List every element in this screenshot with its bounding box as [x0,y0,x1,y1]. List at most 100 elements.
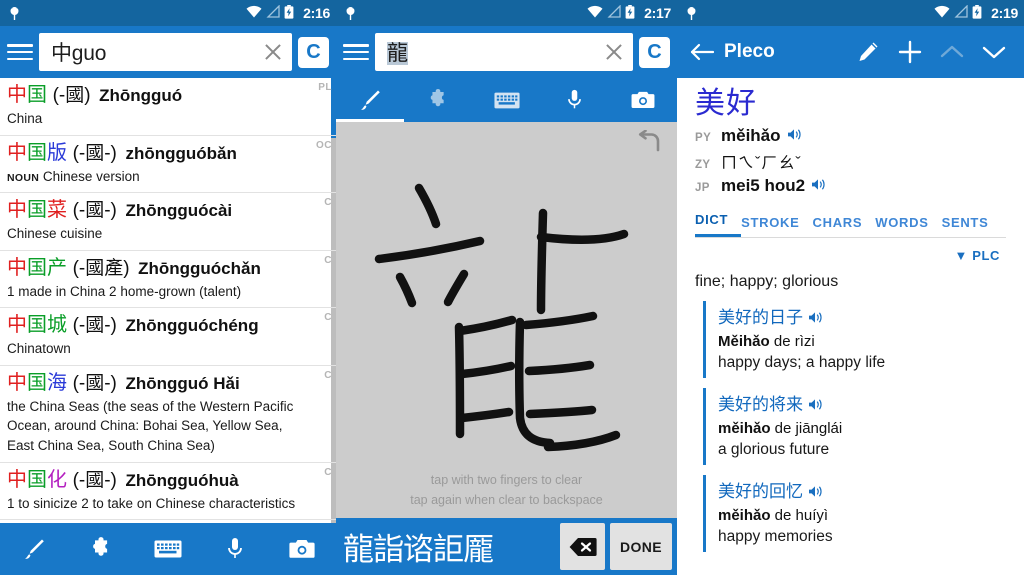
speaker-icon[interactable] [811,176,826,196]
search-input-value: 中guo [51,42,107,65]
back-arrow-icon[interactable] [686,42,718,62]
list-item[interactable]: 中国 (-國) Zhōngguó China PL [0,78,336,136]
list-item[interactable]: 中国版 (-國-) zhōngguóbǎn NOUN Chinese versi… [0,136,336,194]
input-tab-camera[interactable] [609,78,677,122]
signal-icon [266,4,280,21]
search-input-value: 龍 [387,37,601,67]
mode-toggle-button[interactable]: C [298,36,329,68]
tab-words[interactable]: WORDS [875,209,941,237]
signal-icon [607,4,621,21]
candidate-list[interactable]: 龍詣谘詎龎 [341,524,555,569]
headword-line: 中国菜 (-國-) Zhōngguócài [7,198,306,223]
example-chinese: 美好的日子 [718,303,1024,329]
input-tab-keyboard[interactable] [134,523,201,575]
search-input[interactable]: 龍 [375,33,633,71]
dictionary-source-badge: PL [318,82,332,93]
hamburger-icon[interactable] [7,42,33,62]
example-pinyin-bold: Měihǎo [718,333,770,350]
reading-label: ZY [695,159,711,171]
traditional-form: (-國-) [72,372,117,394]
status-bar-left: 2:16 [0,0,336,26]
input-tab-radicals[interactable] [67,523,134,575]
hamburger-icon[interactable] [343,42,369,62]
input-tab-keyboard[interactable] [472,78,540,122]
list-item[interactable]: 中国菜 (-國-) Zhōngguócài Chinese cuisine C [0,193,336,251]
definition: Chinatown [7,341,71,357]
tab-sents[interactable]: SENTS [942,209,1002,237]
clear-icon[interactable] [260,39,286,65]
reading-zhuyin: ZY ㄇㄟˇㄏㄠˇ [695,149,1024,173]
example-pinyin-rest: de rìzi [769,333,815,350]
example-item: 美好的回忆 měihǎo de huíyì happy memories [703,475,1024,552]
dictionary-selector[interactable]: ▼ PLC [695,238,1024,263]
hanzi-char: 国 [27,371,47,394]
status-bar-icons: 2:17 [587,4,671,22]
dictionary-source-badge: C [324,254,332,266]
traditional-form: (-國) [52,85,91,106]
results-list[interactable]: 中国 (-國) Zhōngguó China PL 中国版 (-國-) zhōn… [0,78,336,523]
tab-chars[interactable]: CHARS [813,209,876,237]
example-pinyin-rest: de huíyì [770,507,829,524]
input-tab-radicals[interactable] [404,78,472,122]
backspace-button[interactable] [560,523,605,570]
example-pinyin: měihǎo de jiānglái [718,420,1024,437]
detail-tabs: DICT STROKE CHARS WORDS SENTS [695,206,1006,238]
speaker-icon[interactable] [808,309,823,329]
panel-handwriting: 2:17 龍 C tap with two fingers to clear t… [336,0,677,575]
hanzi-char: 中 [7,84,27,106]
speaker-icon[interactable] [808,396,823,416]
hanzi-char: 产 [47,256,67,279]
chevron-up-icon[interactable] [931,44,973,60]
plus-icon[interactable] [889,40,931,64]
headword-line: 中国产 (-國產) Zhōngguóchǎn [7,256,306,281]
input-tab-camera[interactable] [269,523,336,575]
hanzi-char: 国 [27,314,47,337]
tab-stroke[interactable]: STROKE [741,209,812,237]
hanzi-char: 中 [7,141,27,164]
example-chinese-text: 美好的将来 [718,395,803,414]
chevron-down-icon[interactable] [973,44,1015,60]
input-tab-voice[interactable] [202,523,269,575]
dictionary-source-badge: C [324,466,332,478]
hanzi-char: 国 [27,84,47,106]
headword-line: 中国城 (-國-) Zhōngguóchéng [7,313,306,338]
reading-label: JP [695,182,710,194]
headword-line: 中国版 (-國-) zhōngguóbǎn [7,141,306,166]
pinyin: Zhōngguó Hǎi [125,373,240,393]
input-tab-voice[interactable] [541,78,609,122]
speaker-icon[interactable] [787,126,802,146]
speaker-icon[interactable] [808,483,823,503]
done-button[interactable]: DONE [610,523,672,570]
status-bar-icons: 2:19 [934,4,1018,22]
android-head-icon [344,6,357,21]
mode-toggle-button[interactable]: C [639,36,670,68]
example-pinyin: měihǎo de huíyì [718,507,1024,524]
definition-gloss: fine; happy; glorious [695,273,839,290]
example-pinyin: Měihǎo de rìzi [718,333,1024,350]
pencil-icon[interactable] [847,41,889,63]
list-item[interactable]: 中国海 (-國-) Zhōngguó Hǎi the China Seas (t… [0,366,336,463]
hanzi-char: 中 [7,468,27,491]
reading-pinyin: PY měihǎo [695,126,1024,146]
reading-value: mei5 hou2 [721,176,806,195]
input-tab-handwriting[interactable] [336,78,405,122]
wifi-icon [587,5,603,21]
handwriting-canvas[interactable]: tap with two fingers to clear tap again … [336,122,677,518]
definition: Chinese cuisine [7,226,103,242]
handwriting-hint-line2: tap again when clear to backspace [410,492,603,507]
hanzi-char: 中 [7,256,27,279]
example-english: happy memories [718,528,833,545]
example-pinyin-bold: měihǎo [718,420,771,437]
list-item[interactable]: 中国城 (-國-) Zhōngguóchéng Chinatown C [0,308,336,366]
tab-dict[interactable]: DICT [695,206,742,237]
reading-value: ㄇㄟˇㄏㄠˇ [721,155,802,172]
wifi-icon [246,5,262,21]
input-tab-handwriting[interactable] [0,523,67,575]
clear-icon[interactable] [601,39,627,65]
reading-value: měihǎo [721,126,781,145]
search-input[interactable]: 中guo [39,33,292,71]
hanzi-char: 中 [7,199,27,222]
list-item[interactable]: 中国产 (-國產) Zhōngguóchǎn 1 made in China 2… [0,251,336,309]
list-item[interactable]: 中国化 (-國-) Zhōngguóhuà 1 to sinicize 2 to… [0,463,336,521]
reading-label: PY [695,132,712,144]
